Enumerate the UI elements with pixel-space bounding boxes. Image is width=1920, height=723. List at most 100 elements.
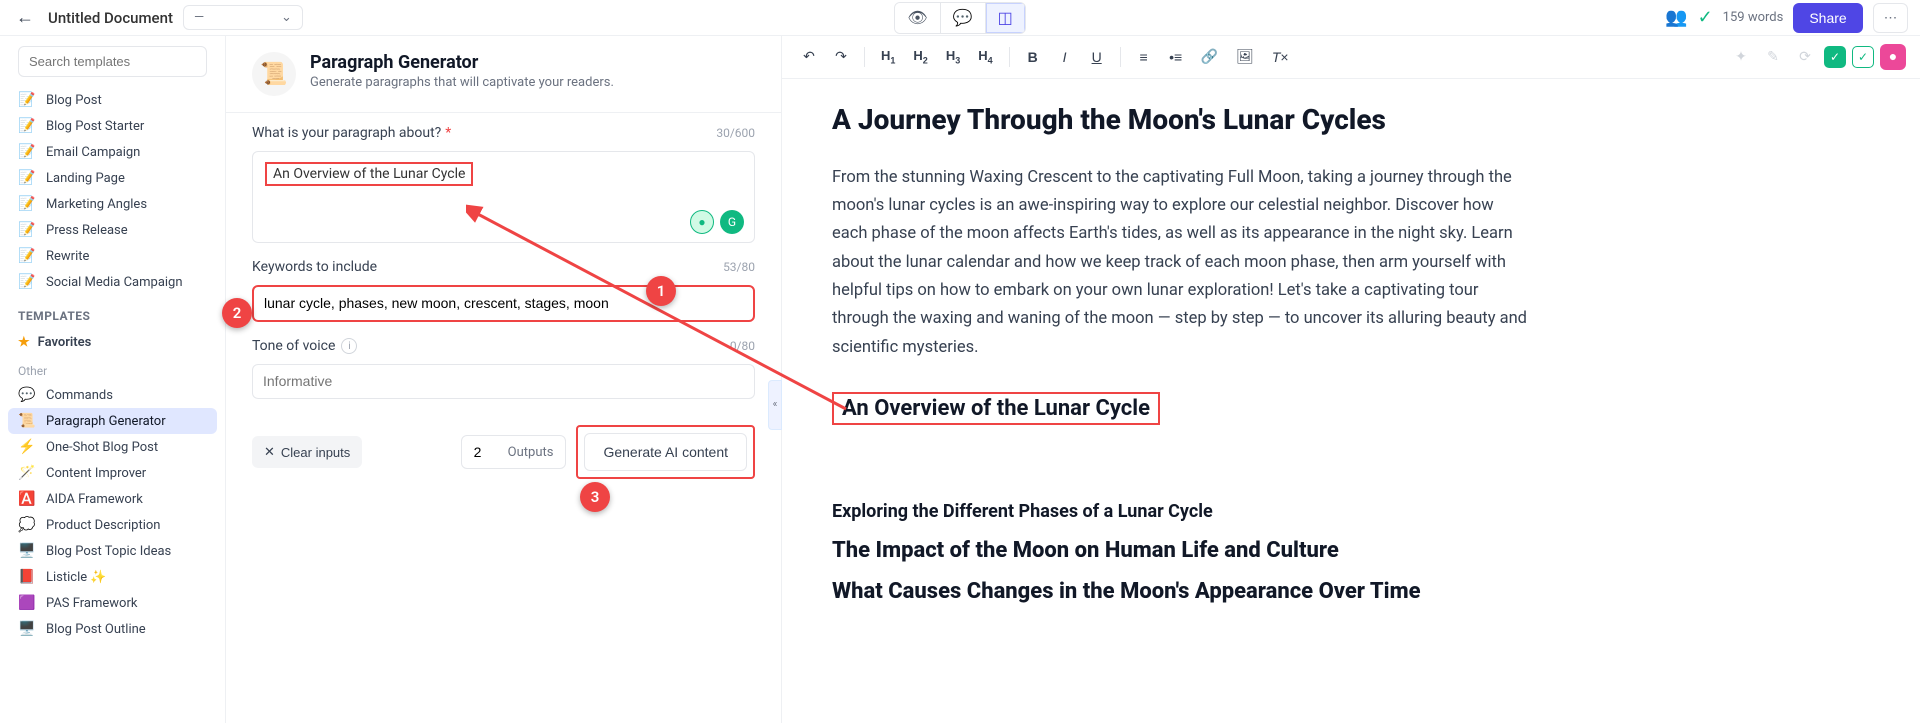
template-icon: 💬: [18, 386, 36, 404]
back-button[interactable]: ←: [12, 3, 38, 32]
template-icon: 📝: [18, 91, 36, 109]
topbar: ← Untitled Document — ⌄ 👁 💬 ◫ 👥 ✓ 159 wo…: [0, 0, 1920, 36]
template-label: One-Shot Blog Post: [46, 440, 158, 455]
ai-rephrase-button[interactable]: ⟳: [1792, 42, 1818, 71]
underline-button[interactable]: U: [1084, 43, 1110, 71]
share-button[interactable]: Share: [1793, 3, 1862, 33]
template-icon: 📝: [18, 143, 36, 161]
document-title: Untitled Document: [48, 9, 173, 27]
link-icon: 🔗: [1201, 48, 1218, 64]
user-avatar[interactable]: ●: [1880, 44, 1906, 70]
seo-badge[interactable]: ✓: [1852, 46, 1874, 68]
generator-title: Paragraph Generator: [310, 52, 614, 73]
generate-ai-content-button[interactable]: Generate AI content: [584, 433, 747, 471]
template-label: Blog Post Starter: [46, 119, 144, 134]
heading1-button[interactable]: H1: [875, 42, 901, 72]
chat-icon: 💬: [953, 8, 973, 28]
outputs-input[interactable]: [474, 444, 500, 460]
sidebar-item[interactable]: 🟪PAS Framework: [8, 590, 217, 616]
sidebar-item[interactable]: 🖥️Blog Post Outline: [8, 616, 217, 642]
heading2-button[interactable]: H2: [907, 42, 933, 72]
sidebar-item[interactable]: 🖥️Blog Post Topic Ideas: [8, 538, 217, 564]
template-icon: 🟪: [18, 594, 36, 612]
search-templates-input[interactable]: [18, 46, 207, 77]
collapse-panel-handle[interactable]: «: [768, 380, 782, 430]
people-icon[interactable]: 👥: [1665, 7, 1687, 28]
doc-h2c[interactable]: What Causes Changes in the Moon's Appear…: [832, 579, 1870, 604]
clear-inputs-button[interactable]: ✕ Clear inputs: [252, 436, 362, 468]
template-icon: 📝: [18, 195, 36, 213]
template-icon: 📕: [18, 568, 36, 586]
template-label: Product Description: [46, 518, 161, 533]
annotation-badge-2: 2: [222, 298, 252, 328]
info-icon[interactable]: i: [341, 338, 357, 354]
comments-view-button[interactable]: 💬: [941, 3, 986, 33]
sidebar-item[interactable]: 📕Listicle ✨: [8, 564, 217, 590]
template-label: Paragraph Generator: [46, 414, 166, 429]
grammarly-icon[interactable]: G: [720, 210, 744, 234]
status-dropdown[interactable]: — ⌄: [183, 5, 303, 30]
keywords-counter: 53/80: [723, 260, 755, 274]
sidebar-item[interactable]: 📝 Blog Post Starter: [8, 113, 217, 139]
undo-icon: ↶: [803, 48, 815, 64]
redo-icon: ↷: [835, 48, 847, 64]
editor-content[interactable]: A Journey Through the Moon's Lunar Cycle…: [782, 79, 1920, 723]
sidebar-item[interactable]: 📝Blog Post: [8, 87, 217, 113]
split-view-button[interactable]: ◫: [986, 3, 1025, 33]
doc-h2-highlight: An Overview of the Lunar Cycle: [832, 392, 1160, 425]
outputs-label: Outputs: [508, 445, 554, 460]
sidebar-item[interactable]: 🪄Content Improver: [8, 460, 217, 486]
keywords-input-wrap[interactable]: [252, 285, 755, 322]
sidebar-item[interactable]: 📝Email Campaign: [8, 139, 217, 165]
heading4-button[interactable]: H4: [972, 42, 998, 72]
bold-button[interactable]: B: [1020, 43, 1046, 71]
doc-h2b[interactable]: The Impact of the Moon on Human Life and…: [832, 538, 1870, 563]
redo-button[interactable]: ↷: [828, 42, 854, 71]
sidebar-item[interactable]: 🅰️AIDA Framework: [8, 486, 217, 512]
tone-counter: 0/80: [730, 339, 755, 353]
templates-header: TEMPLATES: [8, 295, 217, 329]
clear-format-icon: T×: [1272, 49, 1289, 65]
ai-compose-button[interactable]: ✦: [1728, 42, 1754, 71]
undo-button[interactable]: ↶: [796, 42, 822, 71]
generator-subtitle: Generate paragraphs that will captivate …: [310, 75, 614, 90]
saved-check-icon: ✓: [1698, 7, 1713, 28]
link-button[interactable]: 🔗: [1195, 42, 1224, 71]
preview-view-button[interactable]: 👁: [895, 3, 940, 33]
ordered-list-icon: ≡: [1140, 49, 1148, 65]
sidebar-item[interactable]: 📝Rewrite: [8, 243, 217, 269]
about-textarea-wrap[interactable]: An Overview of the Lunar Cycle ● G: [252, 151, 755, 243]
doc-h1[interactable]: A Journey Through the Moon's Lunar Cycle…: [832, 103, 1870, 136]
grammarly-badges: ● G: [690, 210, 744, 234]
sidebar-item[interactable]: 📝Marketing Angles: [8, 191, 217, 217]
template-label: Landing Page: [46, 171, 125, 186]
grammarly-add-icon[interactable]: ●: [690, 210, 714, 234]
favorites-row[interactable]: ★ Favorites: [8, 329, 217, 356]
template-icon: 📝: [18, 117, 36, 135]
ai-edit-button[interactable]: ✎: [1760, 42, 1786, 71]
doc-h2[interactable]: An Overview of the Lunar Cycle: [842, 396, 1150, 421]
sidebar-item[interactable]: ⚡One-Shot Blog Post: [8, 434, 217, 460]
image-button[interactable]: 🖼: [1230, 42, 1260, 71]
template-label: Commands: [46, 388, 113, 403]
more-menu-button[interactable]: ⋯: [1873, 3, 1908, 33]
sidebar-item[interactable]: 💬 Commands: [8, 382, 217, 408]
sidebar-item[interactable]: 📝Social Media Campaign: [8, 269, 217, 295]
heading3-button[interactable]: H3: [940, 42, 966, 72]
tone-input[interactable]: [263, 373, 744, 389]
italic-button[interactable]: I: [1052, 43, 1078, 71]
sidebar-item[interactable]: 📝Landing Page: [8, 165, 217, 191]
generator-panel: 📜 Paragraph Generator Generate paragraph…: [226, 36, 782, 723]
doc-h3a[interactable]: Exploring the Different Phases of a Luna…: [832, 501, 1870, 522]
unordered-list-button[interactable]: •≡: [1163, 43, 1189, 71]
sidebar-item[interactable]: 📝Press Release: [8, 217, 217, 243]
plagiarism-badge[interactable]: ✓: [1824, 46, 1846, 68]
doc-paragraph[interactable]: From the stunning Waxing Crescent to the…: [832, 164, 1532, 363]
ordered-list-button[interactable]: ≡: [1131, 43, 1157, 71]
sidebar-item[interactable]: 📜Paragraph Generator: [8, 408, 217, 434]
tone-input-wrap[interactable]: [252, 364, 755, 399]
sidebar-item[interactable]: 💭Product Description: [8, 512, 217, 538]
generator-header: 📜 Paragraph Generator Generate paragraph…: [226, 36, 781, 113]
clear-format-button[interactable]: T×: [1266, 43, 1295, 71]
outputs-box[interactable]: Outputs: [461, 435, 567, 469]
